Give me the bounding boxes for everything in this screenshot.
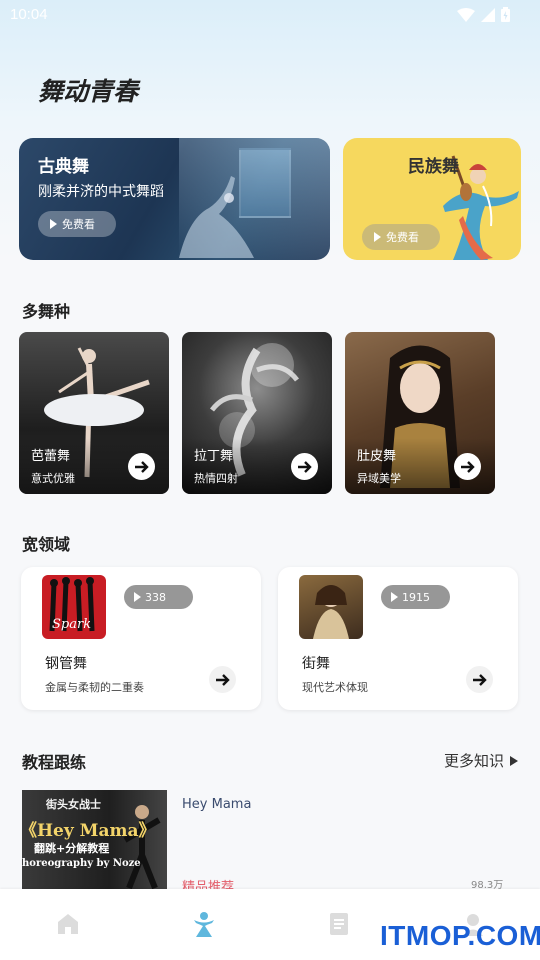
dance-card-desc: 热情四射: [194, 472, 238, 485]
section-title-tutorials: 教程跟练: [22, 753, 87, 772]
field-card-desc: 金属与柔韧的二重奏: [45, 681, 144, 694]
tutorial-thumb-line-1: 街头女战士: [46, 798, 101, 811]
play-icon: [374, 232, 381, 242]
folk-free-watch-button[interactable]: 免费看: [362, 224, 440, 250]
play-count-value: 1915: [402, 590, 430, 604]
arrow-right-icon[interactable]: [291, 453, 318, 480]
more-knowledge-label: 更多知识: [443, 752, 504, 770]
watermark-text: ITMOP.COM: [380, 920, 540, 951]
home-icon[interactable]: [55, 911, 81, 937]
section-title-styles: 多舞种: [22, 302, 71, 321]
banner-folk-dance[interactable]: 民族舞 免费看: [343, 138, 521, 260]
dance-card-name: 芭蕾舞: [31, 449, 71, 464]
tutorial-dancer-image: [123, 805, 161, 890]
section-title-fields: 宽领域: [22, 535, 71, 554]
play-icon: [50, 219, 57, 229]
field-card-pole-dance[interactable]: Spark 338 钢管舞 金属与柔韧的二重奏: [21, 567, 261, 710]
free-watch-label: 免费看: [62, 218, 95, 231]
play-count-value: 338: [145, 590, 166, 604]
status-time: 10:04: [10, 6, 48, 23]
tutorial-thumb-line-2: 《Hey Mama》: [22, 821, 156, 841]
triangle-right-icon: [510, 755, 518, 766]
field-card-street-dance[interactable]: 1915 街舞 现代艺术体现: [278, 567, 518, 710]
play-icon: [391, 592, 398, 602]
street-dance-thumbnail: [299, 575, 363, 639]
battery-icon: [501, 7, 510, 22]
play-count-badge: 1915: [381, 585, 450, 609]
arrow-right-icon[interactable]: [128, 453, 155, 480]
dance-card-belly[interactable]: 肚皮舞 异域美学: [345, 332, 495, 494]
tutorial-thumbnail[interactable]: 街头女战士 《Hey Mama》 翻跳+分解教程 horeography by …: [22, 790, 167, 890]
banner-folk-title: 民族舞: [408, 157, 459, 177]
status-icons: [457, 7, 510, 22]
dance-card-name: 拉丁舞: [194, 449, 234, 464]
field-card-name: 街舞: [302, 656, 330, 672]
pole-dance-thumb-text: Spark: [52, 617, 92, 632]
classical-free-watch-button[interactable]: 免费看: [38, 211, 116, 237]
app-title: 舞动青春: [38, 77, 139, 106]
play-icon: [134, 592, 141, 602]
dance-card-desc: 意式优雅: [31, 472, 75, 485]
banner-classical-title: 古典舞: [38, 157, 89, 177]
free-watch-label: 免费看: [386, 231, 419, 244]
classical-dancer-image: [179, 176, 254, 258]
tutorial-title[interactable]: Hey Mama: [182, 797, 251, 812]
arrow-right-icon[interactable]: [454, 453, 481, 480]
banner-classical-subtitle: 刚柔并济的中式舞蹈: [38, 184, 164, 200]
dance-card-ballet[interactable]: 芭蕾舞 意式优雅: [19, 332, 169, 494]
dance-card-latin[interactable]: 拉丁舞 热情四射: [182, 332, 332, 494]
wifi-icon: [457, 7, 475, 22]
signal-icon: [481, 7, 495, 22]
arrow-right-icon[interactable]: [466, 666, 493, 693]
field-card-name: 钢管舞: [45, 656, 87, 672]
tutorial-thumb-line-3: 翻跳+分解教程: [34, 842, 110, 855]
banner-classical-dance[interactable]: 古典舞 刚柔并济的中式舞蹈 免费看: [19, 138, 330, 260]
play-count-badge: 338: [124, 585, 193, 609]
dance-card-desc: 异域美学: [357, 472, 401, 485]
field-card-desc: 现代艺术体现: [302, 681, 368, 694]
pole-dance-thumbnail: Spark: [42, 575, 106, 639]
dance-icon[interactable]: [190, 911, 218, 939]
dance-card-name: 肚皮舞: [357, 449, 397, 464]
arrow-right-icon[interactable]: [209, 666, 236, 693]
tutorial-thumb-line-4: horeography by Noze: [22, 858, 141, 869]
more-knowledge-link[interactable]: 更多知识: [444, 750, 518, 771]
status-bar: 10:04: [0, 0, 540, 32]
document-icon[interactable]: [326, 911, 352, 937]
